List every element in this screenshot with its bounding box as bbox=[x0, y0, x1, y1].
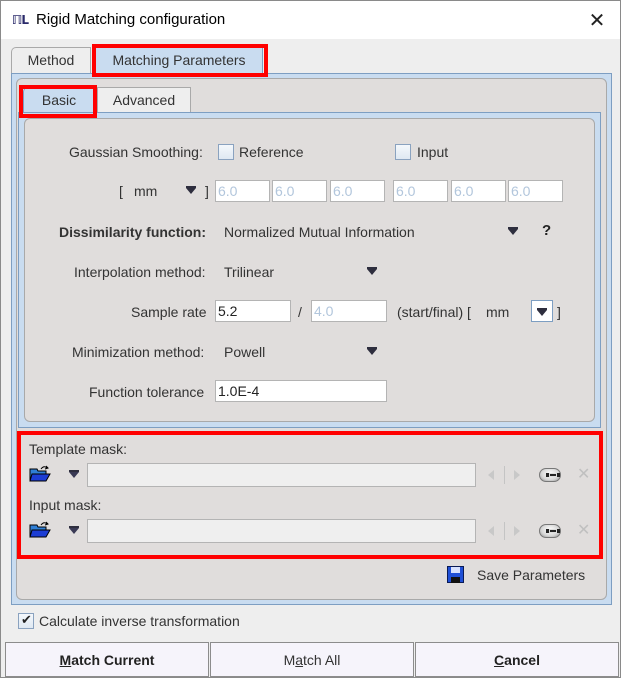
template-mask-field[interactable] bbox=[87, 463, 476, 487]
help-icon[interactable]: ? bbox=[542, 222, 551, 239]
interpolation-value[interactable]: Trilinear bbox=[224, 264, 274, 280]
window-title: Rigid Matching configuration bbox=[36, 11, 226, 28]
tab-advanced[interactable]: Advanced bbox=[97, 87, 191, 113]
dissimilarity-label: Dissimilarity function: bbox=[59, 224, 207, 240]
tab-method[interactable]: Method bbox=[11, 47, 91, 73]
clear-icon[interactable]: ✕ bbox=[577, 464, 590, 483]
clear-icon[interactable]: ✕ bbox=[577, 520, 590, 539]
dissimilarity-value[interactable]: Normalized Mutual Information bbox=[224, 224, 415, 240]
calculate-inverse-label: Calculate inverse transformation bbox=[39, 613, 240, 629]
smoothing-input-z[interactable] bbox=[508, 180, 563, 202]
minimization-label: Minimization method: bbox=[72, 344, 205, 360]
next-icon[interactable] bbox=[514, 470, 520, 480]
interpolation-label: Interpolation method: bbox=[74, 264, 206, 280]
input-checkbox[interactable] bbox=[395, 144, 411, 160]
template-mask-label: Template mask: bbox=[29, 441, 128, 457]
previous-icon[interactable] bbox=[488, 470, 494, 480]
view-icon[interactable] bbox=[539, 468, 561, 482]
dialog-window: ℿL Rigid Matching configuration ✕ Method… bbox=[0, 0, 621, 678]
sample-rate-label: Sample rate bbox=[131, 304, 207, 320]
smoothing-reference-x[interactable] bbox=[215, 180, 270, 202]
function-tolerance-label: Function tolerance bbox=[89, 384, 205, 400]
view-icon[interactable] bbox=[539, 524, 561, 538]
calculate-inverse-checkbox[interactable] bbox=[18, 612, 34, 629]
smoothing-input-y[interactable] bbox=[451, 180, 506, 202]
match-current-button[interactable]: Match Current bbox=[5, 642, 209, 677]
reference-label: Reference bbox=[239, 144, 304, 160]
previous-icon[interactable] bbox=[488, 526, 494, 536]
close-icon[interactable]: ✕ bbox=[584, 7, 610, 33]
sample-rate-separator: / bbox=[298, 304, 302, 320]
open-folder-icon[interactable] bbox=[29, 521, 51, 539]
next-icon[interactable] bbox=[514, 526, 520, 536]
open-folder-icon[interactable] bbox=[29, 465, 51, 483]
input-mask-field[interactable] bbox=[87, 519, 476, 543]
save-parameters-button[interactable]: Save Parameters bbox=[477, 567, 585, 583]
unit-open-bracket: [ bbox=[119, 183, 123, 199]
reference-checkbox[interactable] bbox=[218, 144, 234, 160]
gaussian-smoothing-label: Gaussian Smoothing: bbox=[69, 144, 203, 160]
sample-rate-unit: mm bbox=[486, 304, 510, 320]
interpolation-dropdown-icon[interactable] bbox=[367, 267, 377, 275]
save-icon[interactable] bbox=[447, 566, 464, 583]
unit-close-bracket: ] bbox=[205, 183, 209, 199]
dissimilarity-dropdown-icon[interactable] bbox=[508, 227, 518, 235]
smoothing-unit-dropdown-icon[interactable] bbox=[186, 186, 196, 194]
tab-basic[interactable]: Basic bbox=[23, 87, 95, 113]
input-label: Input bbox=[417, 144, 449, 160]
tab-matching-parameters[interactable]: Matching Parameters bbox=[95, 47, 263, 73]
chevron-down-icon bbox=[537, 308, 547, 316]
sample-rate-final-field[interactable] bbox=[311, 300, 387, 322]
sample-rate-close: ] bbox=[557, 304, 561, 320]
sample-rate-start-field[interactable] bbox=[215, 300, 291, 322]
minimization-dropdown-icon[interactable] bbox=[367, 347, 377, 355]
sample-rate-unit-dropdown[interactable] bbox=[531, 300, 553, 322]
sample-rate-suffix: (start/final) [ bbox=[397, 304, 471, 320]
app-icon: ℿL bbox=[12, 13, 29, 27]
title-bar: ℿL Rigid Matching configuration ✕ bbox=[1, 1, 620, 39]
smoothing-unit-value[interactable]: mm bbox=[134, 183, 157, 199]
function-tolerance-field[interactable] bbox=[215, 380, 387, 402]
template-mask-dropdown-icon[interactable] bbox=[69, 470, 79, 478]
input-mask-dropdown-icon[interactable] bbox=[69, 526, 79, 534]
input-mask-label: Input mask: bbox=[29, 497, 102, 513]
minimization-value[interactable]: Powell bbox=[224, 344, 265, 360]
smoothing-reference-z[interactable] bbox=[330, 180, 385, 202]
smoothing-input-x[interactable] bbox=[393, 180, 448, 202]
smoothing-reference-y[interactable] bbox=[272, 180, 327, 202]
cancel-button[interactable]: Cancel bbox=[415, 642, 619, 677]
match-all-button[interactable]: Match All bbox=[210, 642, 414, 677]
